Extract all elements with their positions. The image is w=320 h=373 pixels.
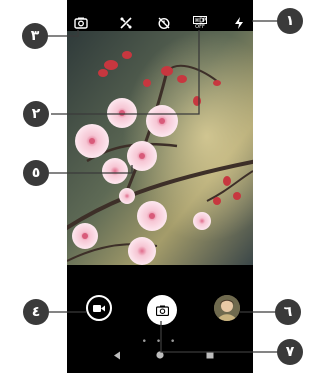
flash-icon[interactable] <box>230 14 248 32</box>
gallery-thumbnail[interactable] <box>214 295 240 321</box>
video-camera-icon <box>93 304 105 312</box>
back-button[interactable] <box>109 347 125 363</box>
last-photo-thumbnail <box>214 295 240 321</box>
callout-3: ٣ <box>22 23 48 49</box>
hdr-off-icon[interactable]: OFF <box>191 14 209 32</box>
hdr-off-label: OFF <box>195 24 205 30</box>
recents-button[interactable] <box>202 347 218 363</box>
camera-mode-icon[interactable] <box>72 14 90 32</box>
camera-shutter-icon <box>155 305 169 316</box>
callout-5: ٥ <box>23 160 49 186</box>
camera-settings-icon[interactable] <box>117 14 135 32</box>
home-button[interactable] <box>152 347 168 363</box>
blossom-preview-image <box>67 31 253 265</box>
mode-indicator-dots: • • • <box>141 337 179 347</box>
shutter-button[interactable] <box>147 295 177 325</box>
timer-icon[interactable] <box>155 14 173 32</box>
callout-7: ٧ <box>277 339 303 365</box>
callout-2: ٢ <box>23 101 49 127</box>
recents-icon <box>206 351 214 359</box>
callout-1: ١ <box>277 8 303 34</box>
back-icon <box>114 351 120 359</box>
home-icon <box>156 351 164 359</box>
callout-4: ٤ <box>23 299 49 325</box>
camera-app-screen: OFF • • • <box>67 0 253 373</box>
camera-viewfinder[interactable] <box>67 31 253 265</box>
camera-controls-bar: • • • <box>67 265 253 373</box>
callout-6: ٦ <box>275 299 301 325</box>
video-mode-button[interactable] <box>86 295 112 321</box>
